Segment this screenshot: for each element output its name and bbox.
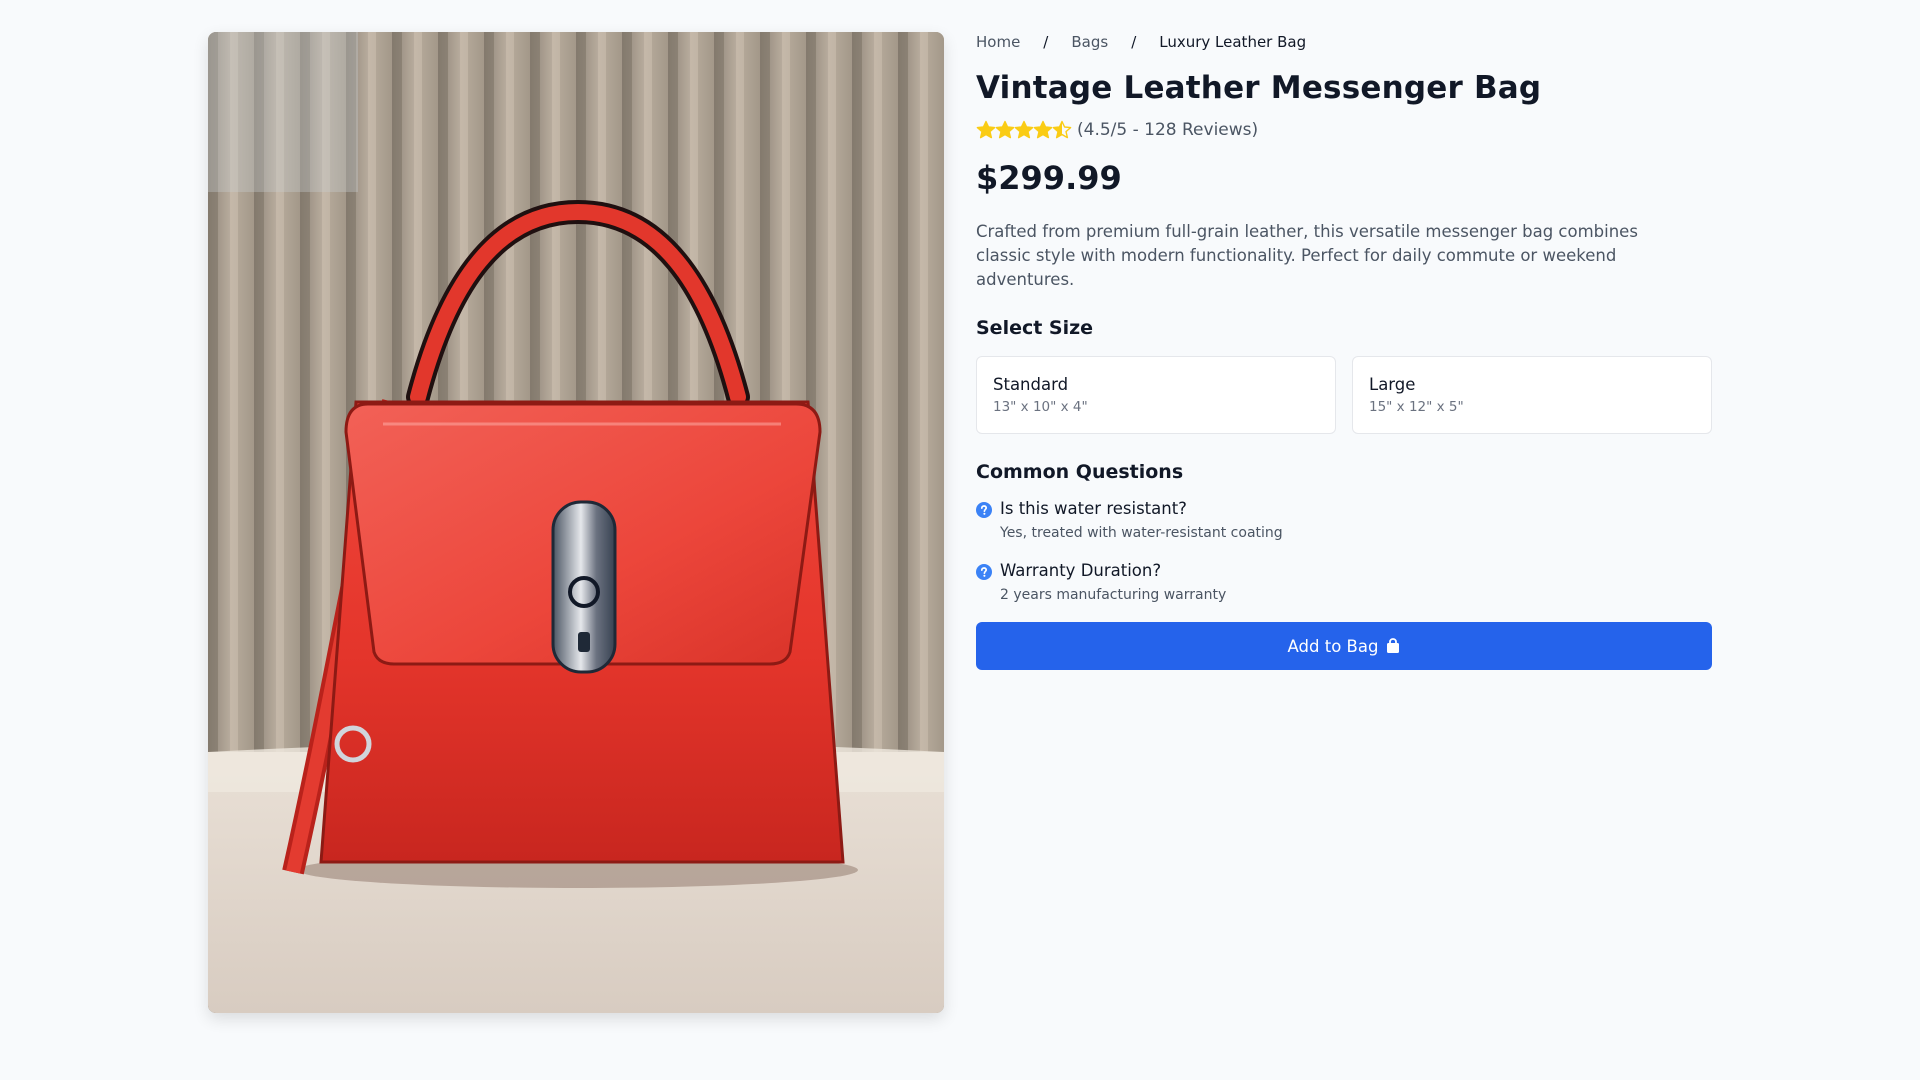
size-option-large[interactable]: Large 15" x 12" x 5" [1352,356,1712,434]
product-details: Home / Bags / Luxury Leather Bag Vintage… [976,32,1712,670]
rating-text: (4.5/5 - 128 Reviews) [1077,120,1259,140]
size-option-name: Large [1369,375,1416,394]
breadcrumb-separator: / [1131,33,1137,51]
breadcrumb: Home / Bags / Luxury Leather Bag [976,32,1712,52]
star-full-icon [976,120,996,139]
size-option-dimensions: 15" x 12" x 5" [1369,399,1464,415]
size-option-dimensions: 13" x 10" x 4" [993,399,1088,415]
faq-section-heading: Common Questions [976,461,1184,483]
question-circle-icon [976,502,992,518]
star-half-icon [1052,120,1072,139]
faq-item: Is this water resistant? Yes, treated wi… [976,498,1712,543]
size-option-standard[interactable]: Standard 13" x 10" x 4" [976,356,1336,434]
faq-answer: Yes, treated with water-resistant coatin… [1000,525,1283,541]
product-rating: (4.5/5 - 128 Reviews) [976,118,1712,142]
breadcrumb-bags[interactable]: Bags [1071,33,1108,51]
breadcrumb-separator: / [1043,33,1049,51]
star-full-icon [1033,120,1053,139]
faq-answer: 2 years manufacturing warranty [1000,587,1227,603]
product-description: Crafted from premium full-grain leather,… [976,222,1638,289]
shopping-bag-icon [1387,638,1400,653]
product-page: Home / Bags / Luxury Leather Bag Vintage… [0,0,1920,1080]
add-to-bag-label: Add to Bag [1287,636,1379,656]
faq-item: Warranty Duration? 2 years manufacturing… [976,560,1712,605]
question-circle-icon [976,564,992,580]
size-option-name: Standard [993,375,1069,394]
page-title: Vintage Leather Messenger Bag [976,70,1542,106]
size-section-heading: Select Size [976,317,1094,339]
product-price: $299.99 [976,159,1122,197]
faq-list: Is this water resistant? Yes, treated wi… [976,498,1712,605]
rating-stars [976,120,1072,140]
faq-question: Warranty Duration? [1000,561,1162,580]
breadcrumb-current: Luxury Leather Bag [1159,33,1307,51]
breadcrumb-home[interactable]: Home [976,33,1020,51]
star-full-icon [1014,120,1034,139]
faq-question: Is this water resistant? [1000,499,1187,518]
size-options: Standard 13" x 10" x 4" Large 15" x 12" … [976,356,1712,434]
product-image[interactable] [208,32,944,1013]
add-to-bag-button[interactable]: Add to Bag [976,622,1712,670]
star-full-icon [995,120,1015,139]
handbag-photo [208,32,944,1013]
